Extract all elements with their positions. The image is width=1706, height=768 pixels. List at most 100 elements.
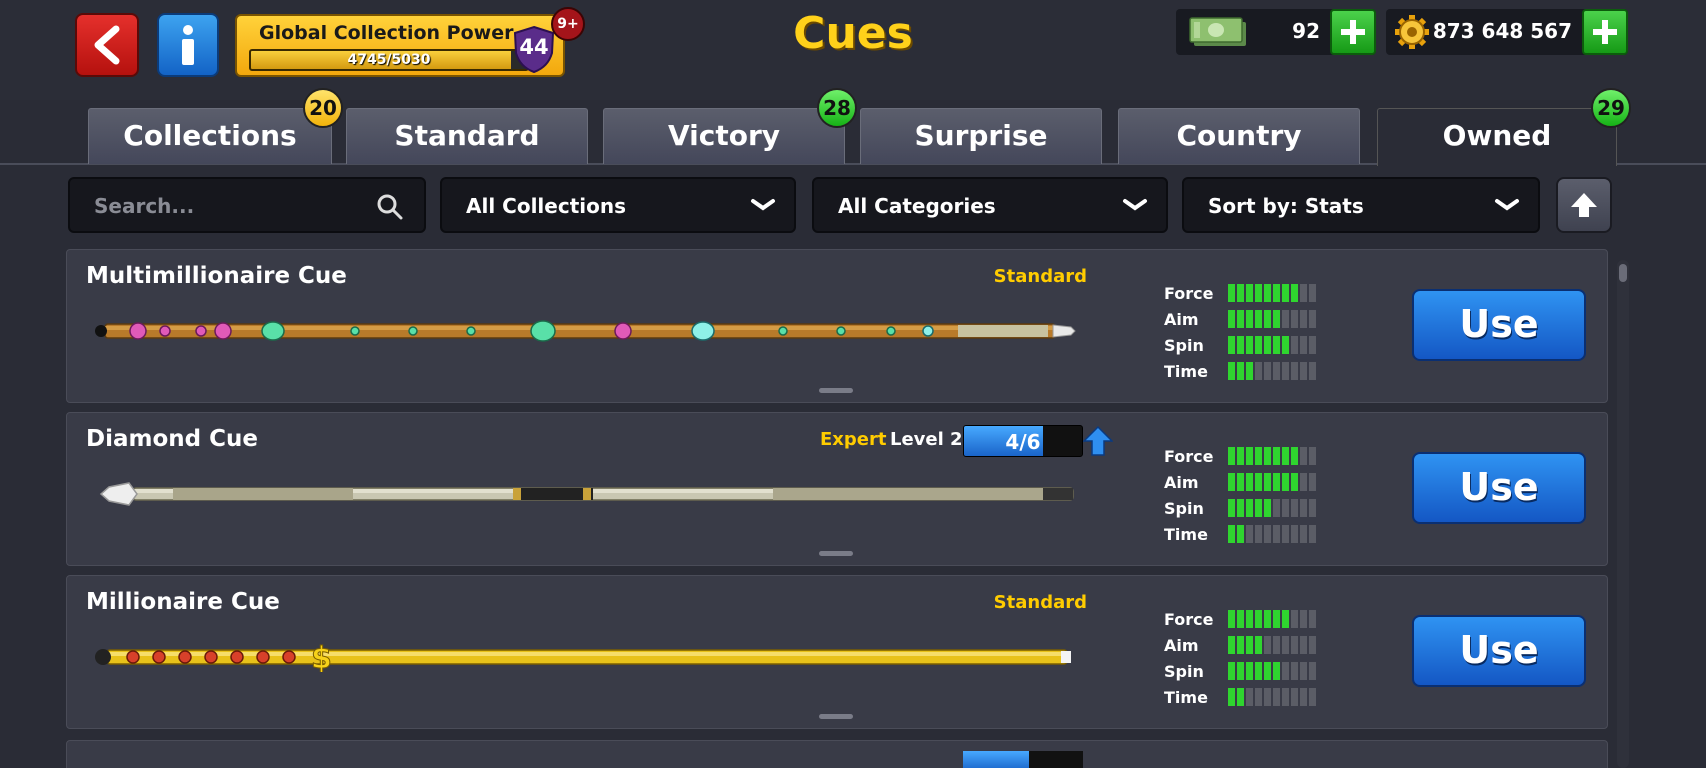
page-title: Cues bbox=[793, 8, 913, 59]
aim-bar bbox=[1228, 310, 1316, 328]
stat-segment bbox=[1309, 525, 1316, 543]
search-placeholder: Search... bbox=[94, 194, 195, 218]
add-coins-button[interactable] bbox=[1582, 9, 1628, 55]
stat-segment bbox=[1246, 499, 1253, 517]
tab-country[interactable]: Country bbox=[1118, 108, 1360, 164]
stat-segment bbox=[1300, 636, 1307, 654]
scrollbar-track[interactable] bbox=[1617, 260, 1629, 768]
stat-label-time: Time bbox=[1164, 687, 1208, 707]
tab-label: Victory bbox=[667, 119, 781, 152]
card-drag-handle bbox=[819, 388, 853, 393]
stat-segment bbox=[1300, 525, 1307, 543]
stat-segment bbox=[1228, 310, 1235, 328]
stat-segment bbox=[1300, 336, 1307, 354]
stat-segment bbox=[1282, 525, 1289, 543]
tab-owned[interactable]: Owned bbox=[1377, 108, 1617, 166]
stat-segment bbox=[1255, 336, 1262, 354]
stat-label-time: Time bbox=[1164, 361, 1208, 381]
stat-segment bbox=[1237, 610, 1244, 628]
back-arrow-icon bbox=[94, 25, 120, 65]
stat-segment bbox=[1309, 662, 1316, 680]
stat-segment bbox=[1255, 473, 1262, 491]
card-drag-handle bbox=[819, 714, 853, 719]
stat-segment bbox=[1237, 447, 1244, 465]
stat-segment bbox=[1255, 447, 1262, 465]
stat-segment bbox=[1291, 525, 1298, 543]
tab-collections[interactable]: Collections bbox=[88, 108, 332, 164]
stat-segment bbox=[1255, 284, 1262, 302]
time-bar bbox=[1228, 362, 1316, 380]
cue-category: Standard bbox=[993, 266, 1087, 287]
stat-segment bbox=[1282, 688, 1289, 706]
stat-label-spin: Spin bbox=[1164, 661, 1204, 681]
use-button[interactable]: Use bbox=[1412, 452, 1586, 524]
stat-segment bbox=[1246, 662, 1253, 680]
cue-category: Standard bbox=[993, 592, 1087, 613]
tab-standard[interactable]: Standard bbox=[346, 108, 588, 164]
aim-bar bbox=[1228, 473, 1316, 491]
upgrade-arrow-icon[interactable] bbox=[1083, 425, 1113, 457]
cash-balance: 92 bbox=[1176, 9, 1376, 55]
stat-segment bbox=[1273, 362, 1280, 380]
stat-segment bbox=[1300, 310, 1307, 328]
level-progress-bar bbox=[963, 751, 1083, 768]
level-progress-fill bbox=[963, 751, 1029, 768]
sort-direction-button[interactable] bbox=[1556, 177, 1612, 233]
chevron-down-icon bbox=[1123, 199, 1147, 211]
tab-collections-badge: 20 bbox=[303, 88, 343, 128]
cue-card-diamond[interactable]: Diamond Cue Expert Level 2 4/6 Force Aim… bbox=[66, 412, 1608, 566]
stat-segment bbox=[1264, 499, 1271, 517]
scrollbar-thumb[interactable] bbox=[1619, 264, 1627, 282]
search-input[interactable]: Search... bbox=[68, 177, 426, 233]
collection-power-bar: 4745/5030 bbox=[249, 49, 529, 71]
stat-segment bbox=[1255, 362, 1262, 380]
stat-label-force: Force bbox=[1164, 283, 1214, 303]
use-button[interactable]: Use bbox=[1412, 615, 1586, 687]
force-bar bbox=[1228, 284, 1316, 302]
chevron-down-icon bbox=[751, 199, 775, 211]
diamond-cue-image bbox=[99, 482, 1074, 506]
stat-segment bbox=[1237, 284, 1244, 302]
collections-dropdown[interactable]: All Collections bbox=[440, 177, 796, 233]
stat-segment bbox=[1300, 362, 1307, 380]
coin-balance: 873 648 567 bbox=[1386, 9, 1628, 55]
stat-segment bbox=[1237, 525, 1244, 543]
collection-power-progress: 4745/5030 bbox=[347, 52, 431, 68]
stat-segment bbox=[1282, 662, 1289, 680]
categories-dropdown[interactable]: All Categories bbox=[812, 177, 1168, 233]
stat-label-force: Force bbox=[1164, 609, 1214, 629]
stat-segment bbox=[1300, 688, 1307, 706]
level-progress-text: 4/6 bbox=[1005, 430, 1041, 454]
stat-label-aim: Aim bbox=[1164, 309, 1199, 329]
stat-segment bbox=[1291, 499, 1298, 517]
stat-segment bbox=[1300, 447, 1307, 465]
stat-segment bbox=[1237, 336, 1244, 354]
coin-amount: 873 648 567 bbox=[1432, 19, 1572, 43]
stat-segment bbox=[1291, 688, 1298, 706]
stat-segment bbox=[1282, 473, 1289, 491]
sort-dropdown[interactable]: Sort by: Stats bbox=[1182, 177, 1540, 233]
level-progress-bar: 4/6 bbox=[963, 425, 1083, 457]
info-button[interactable] bbox=[157, 13, 219, 77]
stat-segment bbox=[1246, 310, 1253, 328]
cue-card-millionaire[interactable]: Millionaire Cue Standard $ Force Aim Spi… bbox=[66, 575, 1608, 729]
use-button[interactable]: Use bbox=[1412, 289, 1586, 361]
stat-segment bbox=[1291, 336, 1298, 354]
stat-segment bbox=[1273, 473, 1280, 491]
stat-segment bbox=[1246, 636, 1253, 654]
plus-icon bbox=[1593, 20, 1617, 44]
cue-card-multimillionaire[interactable]: Multimillionaire Cue Standard Force Aim … bbox=[66, 249, 1608, 403]
cue-category: Expert bbox=[820, 429, 887, 450]
back-button[interactable] bbox=[75, 13, 139, 77]
chevron-down-icon bbox=[1495, 199, 1519, 211]
stat-label-spin: Spin bbox=[1164, 498, 1204, 518]
tab-victory[interactable]: Victory bbox=[603, 108, 845, 164]
cue-card-partial[interactable] bbox=[66, 740, 1608, 768]
tab-surprise[interactable]: Surprise bbox=[860, 108, 1102, 164]
stat-segment bbox=[1300, 610, 1307, 628]
stat-segment bbox=[1228, 362, 1235, 380]
add-cash-button[interactable] bbox=[1330, 9, 1376, 55]
cue-name: Millionaire Cue bbox=[86, 589, 280, 615]
stat-segment bbox=[1300, 499, 1307, 517]
stat-segment bbox=[1237, 499, 1244, 517]
